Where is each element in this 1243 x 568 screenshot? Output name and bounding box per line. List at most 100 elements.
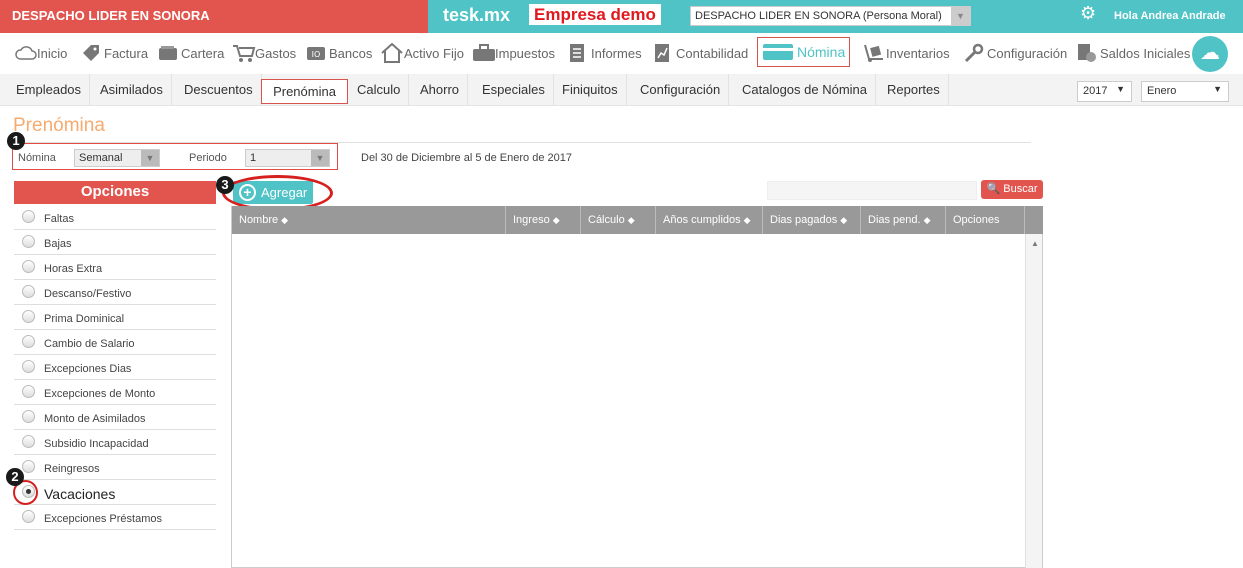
subnav-calculo[interactable]: Calculo (349, 74, 410, 106)
column-dias-pagados[interactable]: Dias pagados ◆ (763, 206, 861, 234)
subnav-especiales[interactable]: Especiales (474, 74, 554, 106)
card-icon (762, 42, 794, 62)
chevron-down-icon: ▼ (311, 150, 329, 166)
radio-button[interactable] (22, 235, 35, 248)
svg-text:IO: IO (312, 50, 321, 59)
sub-nav: Empleados Asimilados Descuentos Prenómin… (0, 74, 1243, 106)
module-contabilidad[interactable]: Contabilidad (653, 40, 748, 66)
nomina-select-value: Semanal (79, 152, 123, 164)
search-button[interactable]: 🔍 Buscar (981, 180, 1043, 199)
radio-button[interactable] (22, 335, 35, 348)
option-excepciones-monto[interactable]: Excepciones de Monto (14, 380, 216, 405)
tag-icon (81, 43, 101, 63)
column-calculo[interactable]: Cálculo ◆ (581, 206, 656, 234)
nomina-label: Nómina (18, 152, 56, 164)
option-subsidio-incapacidad[interactable]: Subsidio Incapacidad (14, 430, 216, 455)
company-select-value: DESPACHO LIDER EN SONORA (Persona Moral) (695, 10, 942, 22)
periodo-select[interactable]: 1 ▼ (245, 149, 330, 167)
month-select[interactable]: Enero ▼ (1141, 81, 1229, 102)
radio-button[interactable] (22, 210, 35, 223)
module-cartera[interactable]: Cartera (158, 40, 224, 66)
cloud-brain-icon[interactable]: ☁ (1192, 36, 1228, 72)
subnav-ahorro[interactable]: Ahorro (412, 74, 469, 106)
nomina-select[interactable]: Semanal ▼ (74, 149, 160, 167)
subnav-finiquitos[interactable]: Finiquitos (554, 74, 627, 106)
module-informes[interactable]: Informes (568, 40, 642, 66)
top-bar-right: tesk.mx Empresa demo DESPACHO LIDER EN S… (428, 0, 1243, 33)
radio-button[interactable] (22, 435, 35, 448)
option-reingresos[interactable]: Reingresos (14, 455, 216, 480)
company-name: DESPACHO LIDER EN SONORA (0, 0, 428, 33)
bank-icon: IO (306, 43, 326, 63)
search-icon: 🔍 (986, 183, 1001, 195)
gear-icon[interactable]: ⚙ (1080, 4, 1098, 22)
module-inicio[interactable]: Inicio (14, 40, 67, 66)
brand-logo[interactable]: tesk.mx (443, 5, 510, 26)
user-greeting[interactable]: Hola Andrea Andrade (1114, 10, 1226, 22)
column-nombre[interactable]: Nombre ◆ (232, 206, 506, 234)
dolly-icon (863, 43, 883, 63)
radio-button[interactable] (22, 510, 35, 523)
module-impuestos[interactable]: Impuestos (472, 40, 555, 66)
radio-button[interactable] (22, 385, 35, 398)
annotation-badge-1: 1 (7, 132, 25, 150)
radio-button[interactable] (22, 285, 35, 298)
year-select[interactable]: 2017 ▼ (1077, 81, 1132, 102)
radio-button[interactable] (22, 460, 35, 473)
module-saldos-iniciales[interactable]: Saldos Iniciales (1077, 40, 1190, 66)
coins-doc-icon (1077, 43, 1097, 63)
option-excepciones-dias[interactable]: Excepciones Dias (14, 355, 216, 380)
sort-icon: ◆ (627, 215, 635, 225)
option-excepciones-prestamos[interactable]: Excepciones Préstamos (14, 505, 216, 530)
page-title: Prenómina (13, 115, 105, 136)
table-header: Nombre ◆ Ingreso ◆ Cálculo ◆ Años cumplidos… (232, 206, 1043, 234)
column-dias-pend[interactable]: Dias pend. ◆ (861, 206, 946, 234)
column-ingreso[interactable]: Ingreso ◆ (506, 206, 581, 234)
sort-icon: ◆ (552, 215, 560, 225)
option-monto-asimilados[interactable]: Monto de Asimilados (14, 405, 216, 430)
module-inventarios[interactable]: Inventarios (863, 40, 950, 66)
option-vacaciones[interactable]: Vacaciones (14, 480, 216, 505)
option-bajas[interactable]: Bajas (14, 230, 216, 255)
document-icon (568, 43, 588, 63)
subnav-empleados[interactable]: Empleados (8, 74, 91, 106)
subnav-catalogos[interactable]: Catalogos de Nómina (734, 74, 877, 106)
wrench-icon (964, 43, 984, 63)
module-nomina[interactable]: Nómina (757, 37, 851, 67)
chevron-down-icon: ▼ (951, 7, 970, 25)
subnav-reportes[interactable]: Reportes (879, 74, 949, 106)
module-nav: Inicio Factura Cartera Gastos IO Bancos … (0, 33, 1243, 74)
column-opciones: Opciones (946, 206, 1025, 234)
option-cambio-salario[interactable]: Cambio de Salario (14, 330, 216, 355)
chart-doc-icon (653, 43, 673, 63)
periodo-select-value: 1 (250, 152, 257, 164)
option-prima-dominical[interactable]: Prima Dominical (14, 305, 216, 330)
option-descanso-festivo[interactable]: Descanso/Festivo (14, 280, 216, 305)
subnav-asimilados[interactable]: Asimilados (92, 74, 172, 106)
company-select[interactable]: DESPACHO LIDER EN SONORA (Persona Moral)… (690, 6, 971, 26)
radio-button[interactable] (22, 310, 35, 323)
option-horas-extra[interactable]: Horas Extra (14, 255, 216, 280)
option-faltas[interactable]: Faltas (14, 205, 216, 230)
search-input[interactable] (767, 181, 977, 200)
chevron-down-icon: ▼ (1213, 84, 1222, 94)
module-factura[interactable]: Factura (81, 40, 148, 66)
sort-icon: ◆ (281, 215, 289, 225)
radio-button[interactable] (22, 360, 35, 373)
module-configuracion[interactable]: Configuración (964, 40, 1067, 66)
subnav-configuracion[interactable]: Configuración (632, 74, 730, 106)
module-gastos[interactable]: Gastos (232, 40, 296, 66)
radio-button[interactable] (22, 260, 35, 273)
top-bar: DESPACHO LIDER EN SONORA tesk.mx Empresa… (0, 0, 1243, 33)
subnav-descuentos[interactable]: Descuentos (176, 74, 262, 106)
wallet-icon (158, 43, 178, 63)
periodo-label: Periodo (189, 152, 227, 164)
module-bancos[interactable]: IO Bancos (306, 40, 372, 66)
subnav-prenomina[interactable]: Prenómina (261, 79, 348, 104)
table-scrollbar[interactable]: ▲ (1025, 234, 1042, 568)
module-activo-fijo[interactable]: Activo Fijo (381, 40, 464, 66)
options-header: Opciones (14, 181, 216, 204)
scroll-up-icon[interactable]: ▲ (1031, 239, 1039, 248)
radio-button[interactable] (22, 410, 35, 423)
column-anos-cumplidos[interactable]: Años cumplidos ◆ (656, 206, 763, 234)
